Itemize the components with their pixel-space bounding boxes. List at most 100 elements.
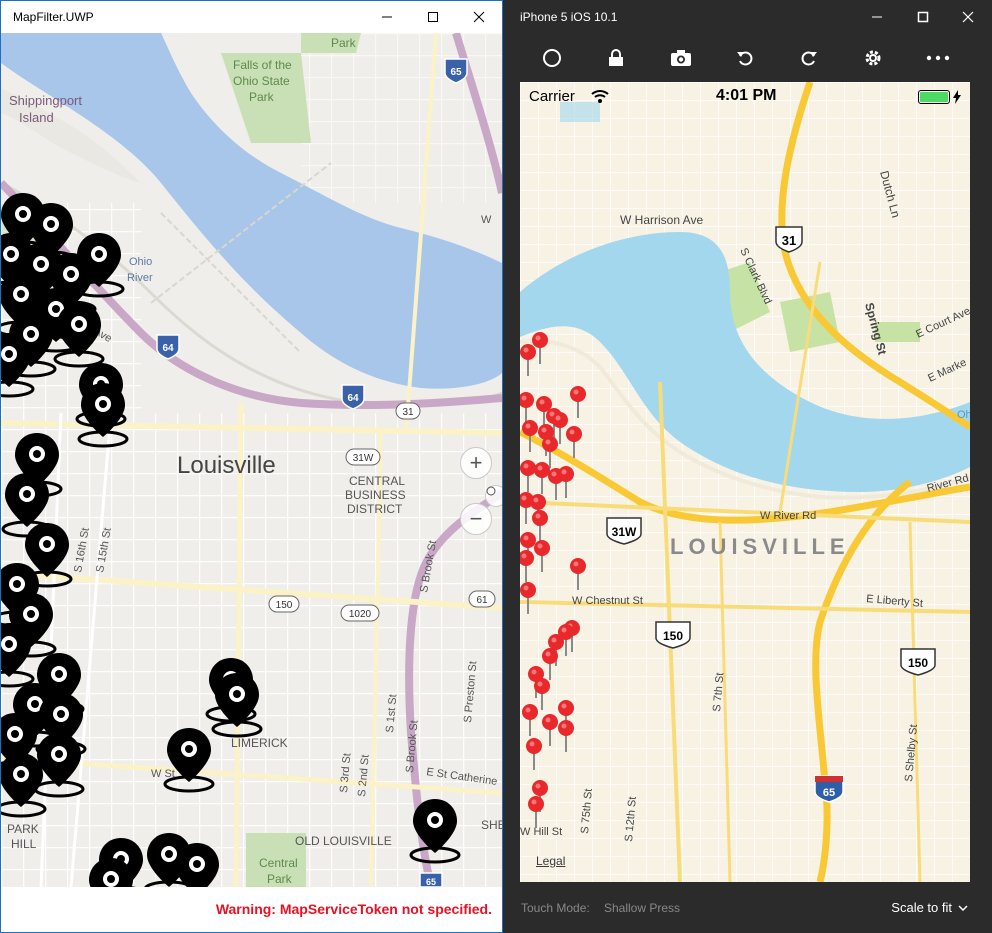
wifi-icon	[591, 90, 609, 103]
charging-bolt-icon	[953, 90, 961, 104]
uwp-label-cbd-2: BUSINESS	[345, 488, 406, 502]
ios-map-canvas: LOUISVILLE W Harrison Ave Dutch Ln S Cla…	[520, 82, 970, 882]
uwp-footer: Warning: MapServiceToken not specified.	[1, 887, 502, 932]
svg-text:65: 65	[450, 67, 462, 78]
compass-icon	[486, 486, 496, 496]
uwp-close-button[interactable]	[456, 1, 502, 33]
minimize-icon	[872, 16, 882, 18]
uwp-map-view[interactable]: Shippingport Island Falls of the Ohio St…	[1, 33, 502, 887]
touch-mode-value[interactable]: Shallow Press	[604, 901, 680, 915]
ios-shield-150a: 150	[655, 621, 691, 649]
maximize-icon	[428, 12, 438, 22]
svg-text:31: 31	[782, 233, 796, 248]
scale-dropdown-label: Scale to fit	[891, 900, 952, 915]
uwp-shield-64a: 64	[156, 334, 180, 360]
home-icon	[543, 49, 561, 67]
svg-text:150: 150	[663, 629, 683, 643]
uwp-label-central-1: Central	[259, 856, 298, 870]
uwp-shield-31: 31	[395, 402, 421, 420]
sim-minimize-button[interactable]	[853, 0, 901, 34]
uwp-window-title: MapFilter.UWP	[13, 10, 94, 24]
map-token-warning: Warning: MapServiceToken not specified.	[215, 901, 492, 917]
ios-label-river-rd: W River Rd	[760, 510, 816, 522]
screenshot-button[interactable]	[667, 44, 695, 72]
uwp-label-she: SHE	[481, 818, 502, 832]
uwp-window: MapFilter.UWP Shippingport Island Falls …	[0, 0, 503, 933]
svg-text:150: 150	[908, 656, 928, 670]
battery-icon	[918, 90, 950, 104]
uwp-shield-61: 61	[468, 590, 496, 608]
camera-icon	[671, 50, 691, 66]
svg-text:65: 65	[823, 787, 835, 799]
legal-link[interactable]: Legal	[536, 854, 565, 868]
ios-label-ohi: Ohi	[957, 409, 970, 421]
uwp-zoom-in-button[interactable]: +	[460, 447, 492, 479]
home-button[interactable]	[538, 44, 566, 72]
uwp-label-central-2: Park	[267, 872, 293, 886]
uwp-label-limerick: LIMERICK	[231, 736, 288, 750]
svg-text:1020: 1020	[349, 609, 372, 620]
chevron-down-icon	[958, 904, 968, 911]
sim-window-title: iPhone 5 iOS 10.1	[520, 10, 618, 24]
uwp-label-ohio: Ohio	[129, 256, 152, 268]
uwp-label-island: Island	[19, 110, 54, 125]
uwp-label-w-edge: W	[481, 214, 492, 226]
uwp-label-cbd-1: CENTRAL	[349, 474, 405, 488]
minimize-icon	[382, 16, 392, 18]
maximize-icon	[917, 11, 929, 23]
simulator-window: iPhone 5 iOS 10.1 LOUISVILLE W Harrison …	[503, 0, 992, 933]
ios-label-harrison: W Harrison Ave	[620, 213, 703, 227]
sim-maximize-button[interactable]	[899, 0, 947, 34]
svg-text:61: 61	[476, 595, 488, 606]
uwp-label-city: Louisville	[177, 452, 276, 479]
uwp-shield-65: 65	[444, 58, 468, 84]
sim-toolbar	[503, 34, 992, 82]
lock-button[interactable]	[602, 44, 630, 72]
uwp-zoom-out-button[interactable]: −	[460, 503, 492, 535]
scale-dropdown[interactable]: Scale to fit	[891, 900, 968, 915]
settings-button[interactable]	[859, 44, 887, 72]
rotate-right-icon	[801, 51, 817, 66]
ios-shield-31: 31	[775, 226, 803, 253]
rotate-left-icon	[737, 51, 753, 66]
sim-title-bar[interactable]: iPhone 5 iOS 10.1	[503, 0, 992, 34]
ios-shield-31w: 31W	[606, 517, 642, 545]
rotate-right-button[interactable]	[795, 44, 823, 72]
uwp-compass-button[interactable]	[485, 485, 502, 507]
rotate-left-button[interactable]	[731, 44, 759, 72]
close-icon	[473, 11, 485, 23]
uwp-maximize-button[interactable]	[410, 1, 456, 33]
uwp-shield-1020: 1020	[340, 604, 380, 622]
status-time: 4:01 PM	[716, 87, 777, 104]
svg-text:65: 65	[426, 877, 436, 887]
uwp-shield-31w: 31W	[345, 448, 381, 466]
uwp-label-falls-1: Falls of the	[233, 58, 292, 72]
touch-mode-label: Touch Mode:	[521, 901, 590, 915]
svg-text:31W: 31W	[353, 453, 374, 464]
ios-label-city: LOUISVILLE	[670, 534, 850, 559]
uwp-shield-150: 150	[268, 595, 300, 613]
iphone-screen[interactable]: LOUISVILLE W Harrison Ave Dutch Ln S Cla…	[520, 82, 970, 882]
ios-shield-150b: 150	[900, 648, 936, 676]
status-carrier: Carrier	[529, 88, 575, 105]
uwp-label-park-hill-1: PARK	[7, 822, 39, 836]
uwp-label-park-hill-2: HILL	[11, 837, 37, 851]
lock-icon	[609, 49, 623, 66]
more-button[interactable]	[924, 44, 952, 72]
uwp-label-falls-2: Ohio State	[233, 74, 290, 88]
svg-text:31W: 31W	[612, 525, 637, 539]
sim-close-button[interactable]	[944, 0, 992, 34]
uwp-label-park-top: Park	[331, 36, 357, 50]
svg-text:64: 64	[347, 393, 359, 404]
ios-label-chestnut: W Chestnut St	[572, 595, 643, 607]
uwp-label-falls-3: Park	[249, 90, 275, 104]
uwp-shield-64b: 64	[341, 384, 365, 410]
uwp-minimize-button[interactable]	[364, 1, 410, 33]
settings-icon	[865, 50, 881, 66]
close-icon	[962, 11, 974, 23]
svg-text:150: 150	[276, 600, 293, 611]
sim-bottom-bar: Touch Mode: Shallow Press Scale to fit	[503, 882, 992, 933]
ios-label-whill: W Hill St	[520, 826, 562, 838]
uwp-label-shippingport: Shippingport	[9, 93, 82, 108]
uwp-title-bar[interactable]: MapFilter.UWP	[1, 1, 502, 33]
